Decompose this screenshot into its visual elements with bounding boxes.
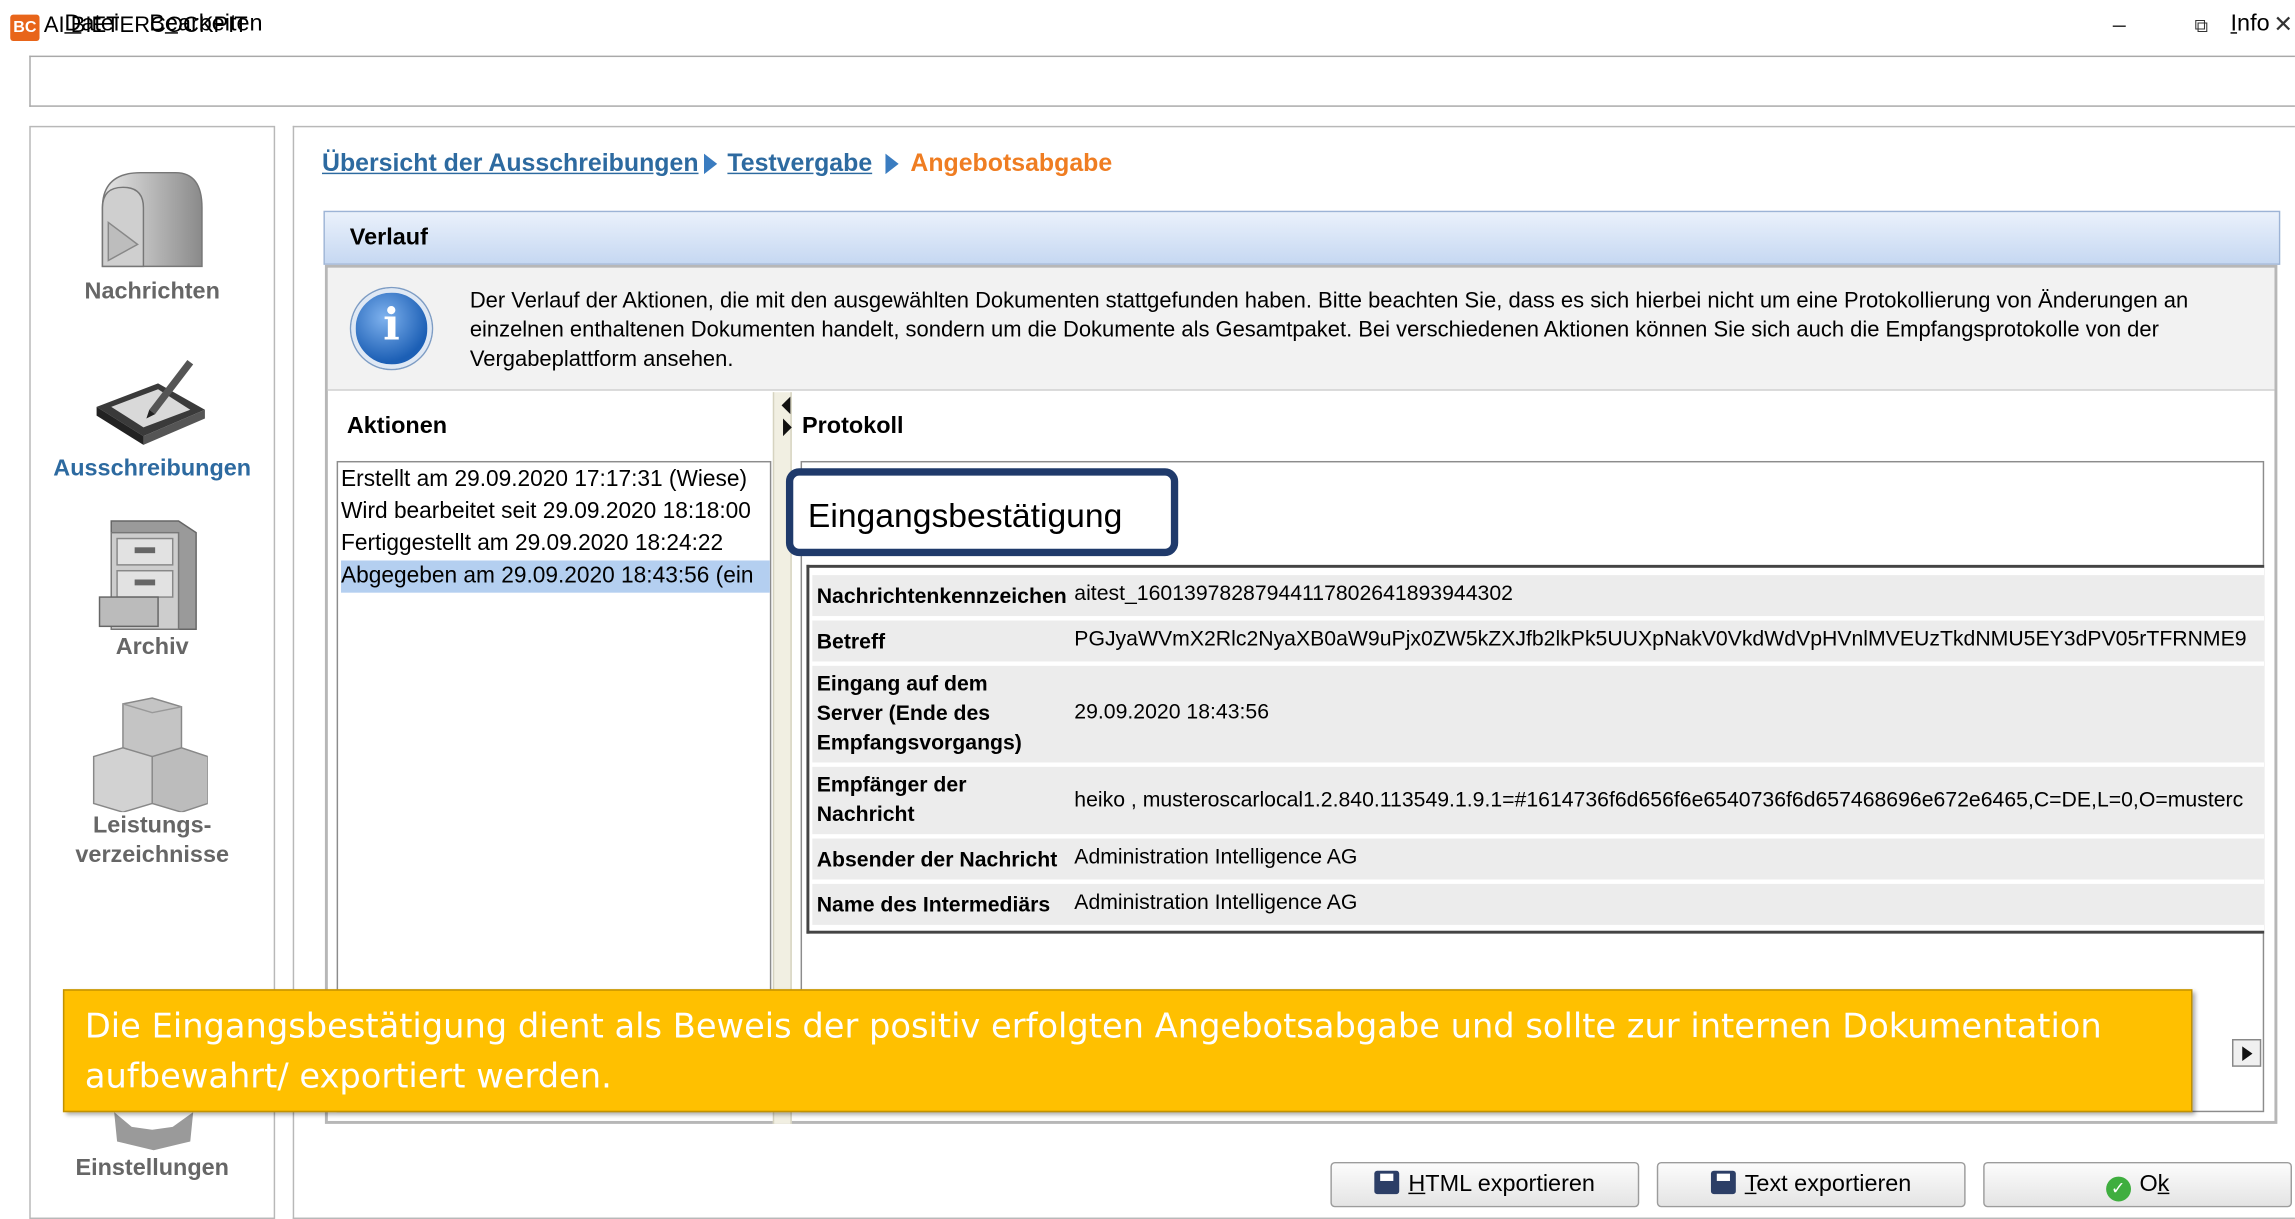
verlauf-header: Verlauf bbox=[323, 210, 2281, 265]
floppy-disk-icon bbox=[1374, 1170, 1400, 1195]
aktion-item-abgegeben[interactable]: Abgegeben am 29.09.2020 18:43:56 (ein bbox=[341, 560, 770, 593]
menu-bearbeiten-label: arbeiten bbox=[177, 11, 263, 37]
sidebar-label-leistungsverzeichnisse: Leistungs-verzeichnisse bbox=[29, 812, 275, 871]
table-row: Absender der Nachricht Administration In… bbox=[812, 838, 2265, 880]
row-label: Nachrichtenkennzeichen bbox=[816, 585, 1067, 609]
check-circle-icon: ✓ bbox=[2105, 1176, 2131, 1202]
menu-datei[interactable]: Datei bbox=[64, 12, 119, 38]
html-export-button[interactable]: HTML exportieren bbox=[1330, 1161, 1640, 1208]
breadcrumb-current: Angebotsabgabe bbox=[910, 149, 1113, 178]
row-value: 29.09.2020 18:43:56 bbox=[1074, 700, 1270, 725]
info-icon: i bbox=[351, 288, 432, 369]
breadcrumb-ausschreibungen-link[interactable]: Übersicht der Ausschreibungen bbox=[322, 149, 699, 178]
row-value: Administration Intelligence AG bbox=[1074, 845, 1358, 870]
row-value: Administration Intelligence AG bbox=[1074, 891, 1358, 915]
row-label: Betreff bbox=[816, 630, 886, 655]
menu-bar bbox=[29, 55, 2295, 107]
menu-info[interactable]: Info bbox=[2231, 12, 2270, 38]
table-row: Empfänger der Nachricht heiko , musteros… bbox=[812, 766, 2265, 835]
breadcrumb-testvergabe-link[interactable]: Testvergabe bbox=[727, 149, 872, 178]
aktion-item-erstellt[interactable]: Erstellt am 29.09.2020 17:17:31 (Wiese) bbox=[341, 464, 770, 496]
sidebar-label-archiv: Archiv bbox=[115, 635, 189, 660]
ok-mnemonic: k bbox=[2157, 1172, 2170, 1198]
sidebar-label-nachrichten: Nachrichten bbox=[84, 279, 220, 305]
row-label: Absender der Nachricht bbox=[816, 848, 1058, 873]
info-text: Der Verlauf der Aktionen, die mit den au… bbox=[469, 288, 2189, 372]
sidebar-item-leistungsverzeichnisse[interactable] bbox=[91, 695, 209, 818]
hint-callout: Die Eingangsbestätigung dient als Beweis… bbox=[62, 989, 2193, 1113]
row-label: Empfänger der Nachricht bbox=[816, 774, 967, 827]
scroll-right-button[interactable] bbox=[2231, 1039, 2262, 1067]
row-label: Name des Intermediärs bbox=[816, 894, 1051, 918]
filing-cabinet-icon bbox=[98, 520, 197, 630]
ok-button[interactable]: ✓ Ok bbox=[1983, 1161, 2292, 1208]
sidebar-label-ausschreibungen: Ausschreibungen bbox=[53, 456, 252, 482]
chevron-right-icon bbox=[2242, 1046, 2253, 1061]
sidebar-item-nachrichten[interactable] bbox=[91, 164, 208, 287]
row-value: PGJyaWVmX2Rlc2NyaXB0aW9uPjx0ZW5kZXJfb2lk… bbox=[1074, 627, 2247, 652]
splitter-right-arrow-icon[interactable] bbox=[783, 418, 792, 437]
breadcrumb-arrow-icon bbox=[703, 153, 718, 175]
text-export-mnemonic: T bbox=[1744, 1172, 1757, 1198]
menu-datei-label: atei bbox=[81, 11, 120, 37]
row-value: aitest_16013978287944117802641893944302 bbox=[1074, 582, 1513, 606]
mailbox-icon bbox=[101, 171, 203, 268]
table-row: Name des Intermediärs Administration Int… bbox=[812, 883, 2265, 925]
row-label: Eingang auf dem Server (Ende des Empfang… bbox=[816, 673, 1022, 756]
sidebar-item-archiv[interactable] bbox=[91, 515, 208, 638]
boxes-icon bbox=[92, 697, 209, 813]
table-row: Betreff PGJyaWVmX2Rlc2NyaXB0aW9uPjx0ZW5k… bbox=[812, 620, 2265, 662]
menu-bearbeiten-pre: B bbox=[149, 11, 165, 37]
eingangsbestaetigung-heading: Eingangsbestätigung bbox=[785, 468, 1179, 557]
restore-button[interactable]: ⧉ bbox=[2172, 9, 2231, 47]
table-row: Eingang auf dem Server (Ende des Empfang… bbox=[812, 665, 2265, 763]
minimize-button[interactable]: – bbox=[2090, 9, 2149, 47]
text-export-label: ext exportieren bbox=[1756, 1172, 1912, 1198]
breadcrumb-arrow-icon bbox=[885, 153, 899, 175]
table-row: Nachrichtenkennzeichen aitest_1601397828… bbox=[812, 575, 2265, 617]
title-bar bbox=[0, 0, 2295, 56]
ok-label: O bbox=[2139, 1172, 2158, 1198]
tablet-pen-icon bbox=[96, 359, 205, 445]
aktion-item-bearbeitet[interactable]: Wird bearbeitet seit 29.09.2020 18:18:00 bbox=[341, 496, 770, 528]
html-export-label: TML exportieren bbox=[1425, 1172, 1595, 1198]
menu-info-label: nfo bbox=[2237, 11, 2270, 37]
protokoll-title: Protokoll bbox=[802, 414, 904, 440]
sidebar-label-leistungs-line1: Leistungs- bbox=[93, 813, 212, 839]
floppy-disk-icon bbox=[1711, 1170, 1736, 1195]
row-value: heiko , musteroscarlocal1.2.840.113549.1… bbox=[1074, 788, 2244, 813]
splitter-left-arrow-icon[interactable] bbox=[781, 396, 791, 415]
menu-bearbeiten-mnemonic: e bbox=[164, 11, 178, 37]
menu-datei-mnemonic: D bbox=[64, 11, 82, 37]
text-export-button[interactable]: Text exportieren bbox=[1656, 1161, 1966, 1208]
protokoll-table: Nachrichtenkennzeichen aitest_1601397828… bbox=[806, 564, 2265, 934]
aktion-item-fertiggestellt[interactable]: Fertiggestellt am 29.09.2020 18:24:22 bbox=[341, 528, 770, 560]
sidebar-label-einstellungen: Einstellungen bbox=[75, 1156, 229, 1181]
app-logo-icon: BC bbox=[10, 14, 40, 41]
sidebar-label-leistungs-line2: verzeichnisse bbox=[75, 842, 230, 868]
menu-bearbeiten[interactable]: Bearbeiten bbox=[149, 12, 262, 38]
aktionen-title: Aktionen bbox=[346, 414, 448, 440]
html-export-mnemonic: H bbox=[1408, 1172, 1426, 1198]
